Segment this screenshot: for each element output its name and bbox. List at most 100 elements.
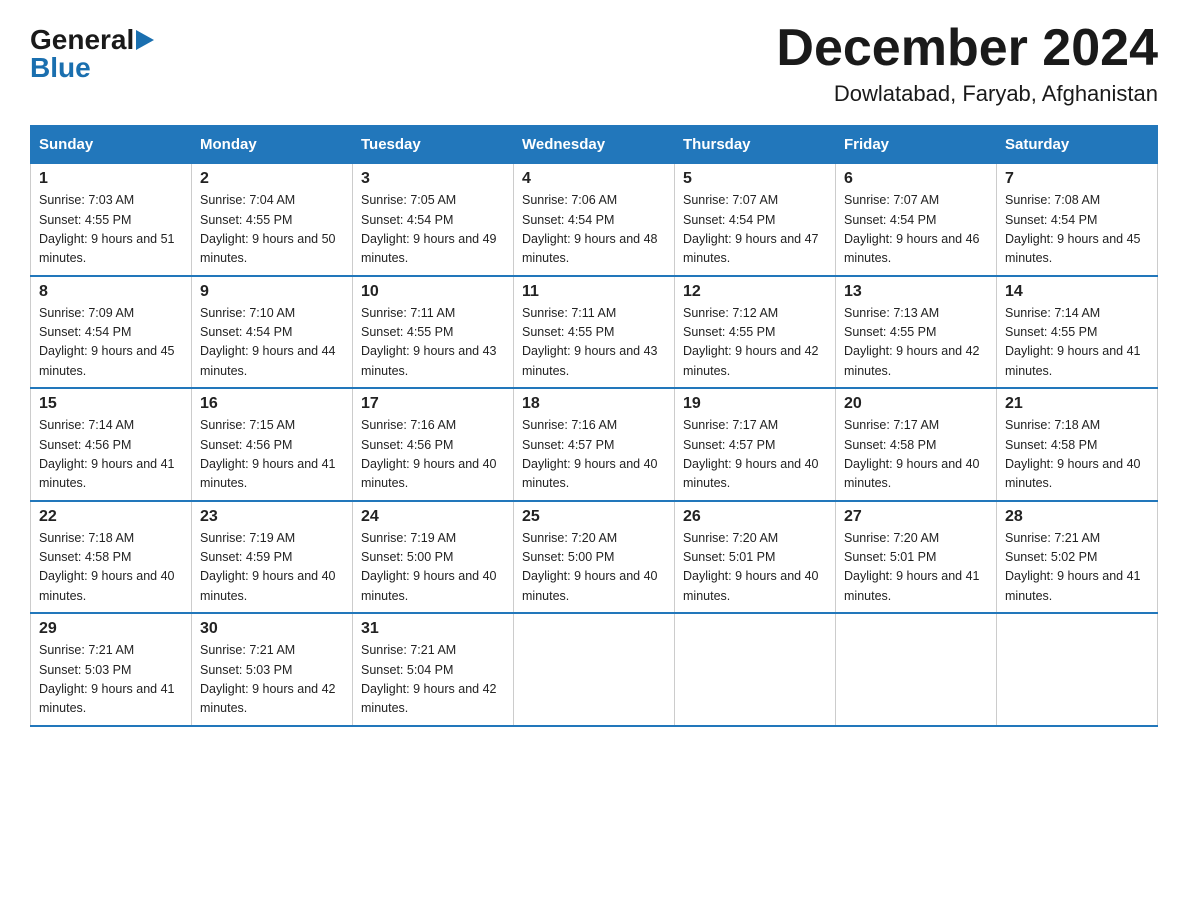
- calendar-day-cell: 29Sunrise: 7:21 AMSunset: 5:03 PMDayligh…: [31, 613, 192, 726]
- calendar-day-cell: [514, 613, 675, 726]
- day-info: Sunrise: 7:09 AMSunset: 4:54 PMDaylight:…: [39, 304, 183, 382]
- day-number: 25: [522, 508, 666, 526]
- calendar-day-cell: 8 Sunrise: 7:09 AMSunset: 4:54 PMDaylight…: [31, 276, 192, 389]
- weekday-header-cell: Friday: [836, 126, 997, 164]
- calendar-body: 1Sunrise: 7:03 AMSunset: 4:55 PMDaylight…: [31, 164, 1158, 726]
- calendar-day-cell: 2Sunrise: 7:04 AMSunset: 4:55 PMDaylight…: [192, 164, 353, 276]
- calendar-day-cell: 13 Sunrise: 7:13 AMSunset: 4:55 PMDayligh…: [836, 276, 997, 389]
- title-block: December 2024 Dowlatabad, Faryab, Afghan…: [776, 20, 1158, 107]
- day-number: 21: [1005, 395, 1149, 413]
- calendar-week-row: 15 Sunrise: 7:14 AMSunset: 4:56 PMDayligh…: [31, 388, 1158, 501]
- day-info: Sunrise: 7:12 AMSunset: 4:55 PMDaylight:…: [683, 304, 827, 382]
- calendar-day-cell: 5 Sunrise: 7:07 AMSunset: 4:54 PMDaylight…: [675, 164, 836, 276]
- day-number: 3: [361, 170, 505, 188]
- day-info: Sunrise: 7:14 AMSunset: 4:56 PMDaylight:…: [39, 416, 183, 494]
- day-number: 10: [361, 283, 505, 301]
- calendar-day-cell: 4 Sunrise: 7:06 AMSunset: 4:54 PMDaylight…: [514, 164, 675, 276]
- day-info: Sunrise: 7:06 AMSunset: 4:54 PMDaylight:…: [522, 191, 666, 269]
- day-number: 19: [683, 395, 827, 413]
- day-number: 27: [844, 508, 988, 526]
- calendar-day-cell: 30 Sunrise: 7:21 AMSunset: 5:03 PMDayligh…: [192, 613, 353, 726]
- logo-general: General: [30, 26, 134, 54]
- day-number: 2: [200, 170, 344, 188]
- day-number: 5: [683, 170, 827, 188]
- day-number: 9: [200, 283, 344, 301]
- day-number: 6: [844, 170, 988, 188]
- calendar-day-cell: [836, 613, 997, 726]
- calendar-day-cell: 26Sunrise: 7:20 AMSunset: 5:01 PMDayligh…: [675, 501, 836, 614]
- calendar-day-cell: 7 Sunrise: 7:08 AMSunset: 4:54 PMDaylight…: [997, 164, 1158, 276]
- calendar-day-cell: 3Sunrise: 7:05 AMSunset: 4:54 PMDaylight…: [353, 164, 514, 276]
- day-info: Sunrise: 7:16 AMSunset: 4:56 PMDaylight:…: [361, 416, 505, 494]
- day-info: Sunrise: 7:07 AMSunset: 4:54 PMDaylight:…: [844, 191, 988, 269]
- day-number: 30: [200, 620, 344, 638]
- calendar-day-cell: 19 Sunrise: 7:17 AMSunset: 4:57 PMDayligh…: [675, 388, 836, 501]
- day-number: 28: [1005, 508, 1149, 526]
- calendar-day-cell: 6 Sunrise: 7:07 AMSunset: 4:54 PMDaylight…: [836, 164, 997, 276]
- calendar-day-cell: 23 Sunrise: 7:19 AMSunset: 4:59 PMDayligh…: [192, 501, 353, 614]
- weekday-header-cell: Monday: [192, 126, 353, 164]
- calendar-week-row: 1Sunrise: 7:03 AMSunset: 4:55 PMDaylight…: [31, 164, 1158, 276]
- calendar-day-cell: 15 Sunrise: 7:14 AMSunset: 4:56 PMDayligh…: [31, 388, 192, 501]
- day-info: Sunrise: 7:16 AMSunset: 4:57 PMDaylight:…: [522, 416, 666, 494]
- day-info: Sunrise: 7:07 AMSunset: 4:54 PMDaylight:…: [683, 191, 827, 269]
- day-info: Sunrise: 7:21 AMSunset: 5:02 PMDaylight:…: [1005, 529, 1149, 607]
- day-info: Sunrise: 7:21 AMSunset: 5:04 PMDaylight:…: [361, 641, 505, 719]
- day-number: 24: [361, 508, 505, 526]
- day-number: 20: [844, 395, 988, 413]
- calendar-day-cell: 14Sunrise: 7:14 AMSunset: 4:55 PMDayligh…: [997, 276, 1158, 389]
- calendar-day-cell: 1Sunrise: 7:03 AMSunset: 4:55 PMDaylight…: [31, 164, 192, 276]
- calendar-day-cell: 25 Sunrise: 7:20 AMSunset: 5:00 PMDayligh…: [514, 501, 675, 614]
- calendar-week-row: 29Sunrise: 7:21 AMSunset: 5:03 PMDayligh…: [31, 613, 1158, 726]
- day-info: Sunrise: 7:20 AMSunset: 5:01 PMDaylight:…: [683, 529, 827, 607]
- day-number: 4: [522, 170, 666, 188]
- day-info: Sunrise: 7:10 AMSunset: 4:54 PMDaylight:…: [200, 304, 344, 382]
- day-number: 12: [683, 283, 827, 301]
- day-number: 7: [1005, 170, 1149, 188]
- calendar-day-cell: 16 Sunrise: 7:15 AMSunset: 4:56 PMDayligh…: [192, 388, 353, 501]
- day-info: Sunrise: 7:13 AMSunset: 4:55 PMDaylight:…: [844, 304, 988, 382]
- day-info: Sunrise: 7:20 AMSunset: 5:01 PMDaylight:…: [844, 529, 988, 607]
- calendar-day-cell: 31Sunrise: 7:21 AMSunset: 5:04 PMDayligh…: [353, 613, 514, 726]
- day-number: 23: [200, 508, 344, 526]
- calendar-day-cell: 24 Sunrise: 7:19 AMSunset: 5:00 PMDayligh…: [353, 501, 514, 614]
- day-number: 15: [39, 395, 183, 413]
- day-number: 16: [200, 395, 344, 413]
- day-number: 8: [39, 283, 183, 301]
- calendar-day-cell: 28 Sunrise: 7:21 AMSunset: 5:02 PMDayligh…: [997, 501, 1158, 614]
- day-info: Sunrise: 7:03 AMSunset: 4:55 PMDaylight:…: [39, 191, 183, 269]
- calendar-day-cell: [675, 613, 836, 726]
- calendar-day-cell: 18 Sunrise: 7:16 AMSunset: 4:57 PMDayligh…: [514, 388, 675, 501]
- day-info: Sunrise: 7:19 AMSunset: 4:59 PMDaylight:…: [200, 529, 344, 607]
- calendar-day-cell: 20 Sunrise: 7:17 AMSunset: 4:58 PMDayligh…: [836, 388, 997, 501]
- day-info: Sunrise: 7:21 AMSunset: 5:03 PMDaylight:…: [39, 641, 183, 719]
- calendar-week-row: 22 Sunrise: 7:18 AMSunset: 4:58 PMDayligh…: [31, 501, 1158, 614]
- calendar-day-cell: 17Sunrise: 7:16 AMSunset: 4:56 PMDayligh…: [353, 388, 514, 501]
- logo-arrow-icon: [136, 30, 154, 50]
- weekday-header-cell: Sunday: [31, 126, 192, 164]
- day-info: Sunrise: 7:11 AMSunset: 4:55 PMDaylight:…: [522, 304, 666, 382]
- day-number: 13: [844, 283, 988, 301]
- day-info: Sunrise: 7:21 AMSunset: 5:03 PMDaylight:…: [200, 641, 344, 719]
- calendar-table: SundayMondayTuesdayWednesdayThursdayFrid…: [30, 125, 1158, 727]
- calendar-day-cell: 9 Sunrise: 7:10 AMSunset: 4:54 PMDaylight…: [192, 276, 353, 389]
- day-info: Sunrise: 7:08 AMSunset: 4:54 PMDaylight:…: [1005, 191, 1149, 269]
- calendar-day-cell: 21 Sunrise: 7:18 AMSunset: 4:58 PMDayligh…: [997, 388, 1158, 501]
- calendar-week-row: 8 Sunrise: 7:09 AMSunset: 4:54 PMDaylight…: [31, 276, 1158, 389]
- day-info: Sunrise: 7:18 AMSunset: 4:58 PMDaylight:…: [1005, 416, 1149, 494]
- day-info: Sunrise: 7:14 AMSunset: 4:55 PMDaylight:…: [1005, 304, 1149, 382]
- month-title: December 2024: [776, 20, 1158, 77]
- calendar-day-cell: 27 Sunrise: 7:20 AMSunset: 5:01 PMDayligh…: [836, 501, 997, 614]
- day-info: Sunrise: 7:17 AMSunset: 4:57 PMDaylight:…: [683, 416, 827, 494]
- weekday-header-cell: Saturday: [997, 126, 1158, 164]
- day-info: Sunrise: 7:17 AMSunset: 4:58 PMDaylight:…: [844, 416, 988, 494]
- day-info: Sunrise: 7:19 AMSunset: 5:00 PMDaylight:…: [361, 529, 505, 607]
- day-number: 22: [39, 508, 183, 526]
- page-header: General Blue December 2024 Dowlatabad, F…: [30, 20, 1158, 107]
- day-info: Sunrise: 7:18 AMSunset: 4:58 PMDaylight:…: [39, 529, 183, 607]
- day-number: 18: [522, 395, 666, 413]
- day-info: Sunrise: 7:20 AMSunset: 5:00 PMDaylight:…: [522, 529, 666, 607]
- calendar-day-cell: 10Sunrise: 7:11 AMSunset: 4:55 PMDayligh…: [353, 276, 514, 389]
- day-info: Sunrise: 7:15 AMSunset: 4:56 PMDaylight:…: [200, 416, 344, 494]
- calendar-day-cell: 22 Sunrise: 7:18 AMSunset: 4:58 PMDayligh…: [31, 501, 192, 614]
